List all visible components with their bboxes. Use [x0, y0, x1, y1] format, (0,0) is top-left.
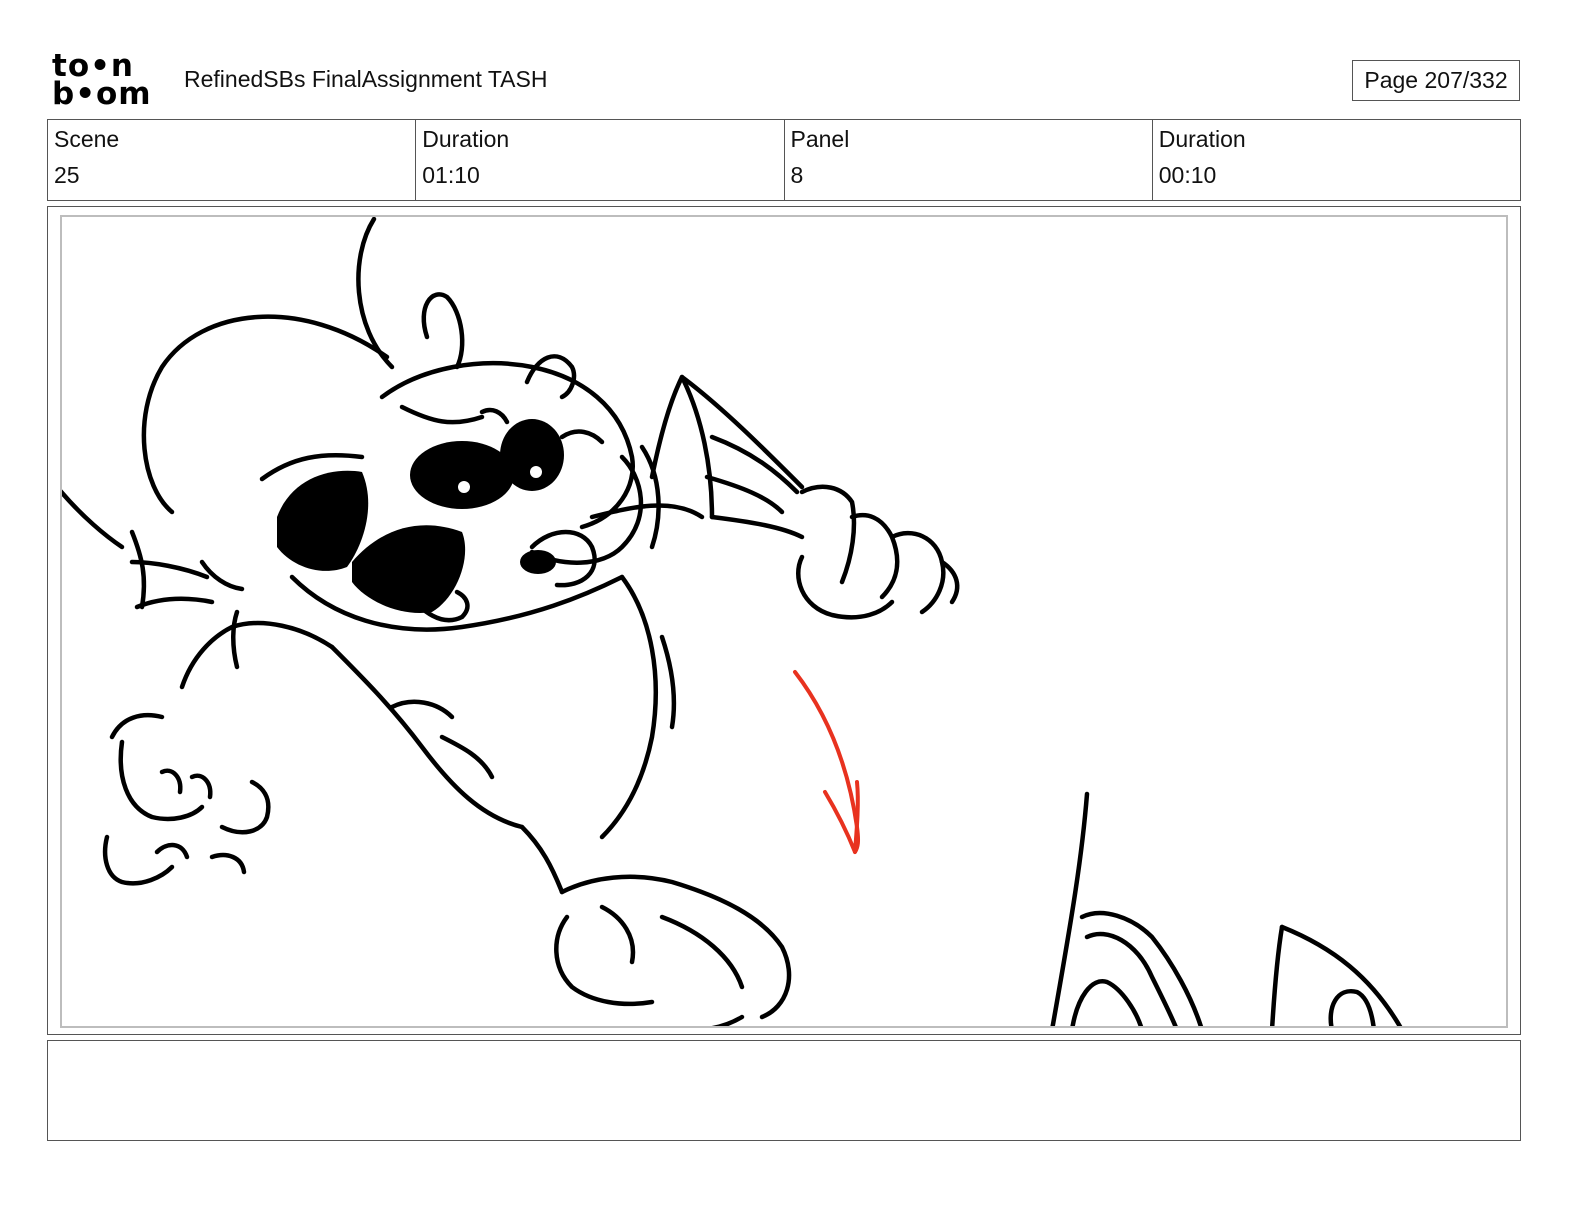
panel-value: 8	[790, 162, 804, 188]
scene-duration-label: Duration	[422, 126, 510, 152]
red-action-arrow	[793, 670, 861, 854]
scene-duration-value: 01:10	[422, 162, 480, 188]
storyboard-panel-image	[60, 215, 1508, 1028]
document-title: RefinedSBs FinalAssignment TASH	[184, 66, 548, 92]
panel-label: Panel	[790, 126, 850, 152]
sketch-fills	[277, 419, 564, 613]
page-indicator: Page 207/332	[1352, 60, 1520, 101]
panel-duration-cell: Duration 00:10	[1151, 120, 1520, 200]
scene-cell: Scene 25	[48, 120, 415, 200]
panel-cell: Panel 8	[783, 120, 1152, 200]
scene-value: 25	[54, 162, 80, 188]
sketch-lines	[62, 217, 1403, 1026]
toonboom-logo: to•n b•om	[52, 51, 164, 112]
storyboard-panel-frame	[47, 206, 1521, 1035]
panel-duration-value: 00:10	[1158, 162, 1217, 188]
logo-line-2: b•om	[52, 76, 152, 112]
panel-duration-label: Duration	[1158, 126, 1246, 152]
panel-notes-box	[47, 1040, 1521, 1141]
scene-info-table: Scene 25 Duration 01:10 Panel 8 Duration…	[47, 119, 1521, 201]
scene-label: Scene	[54, 126, 120, 152]
scene-duration-cell: Duration 01:10	[415, 120, 783, 200]
character-sketch	[62, 217, 1403, 1026]
